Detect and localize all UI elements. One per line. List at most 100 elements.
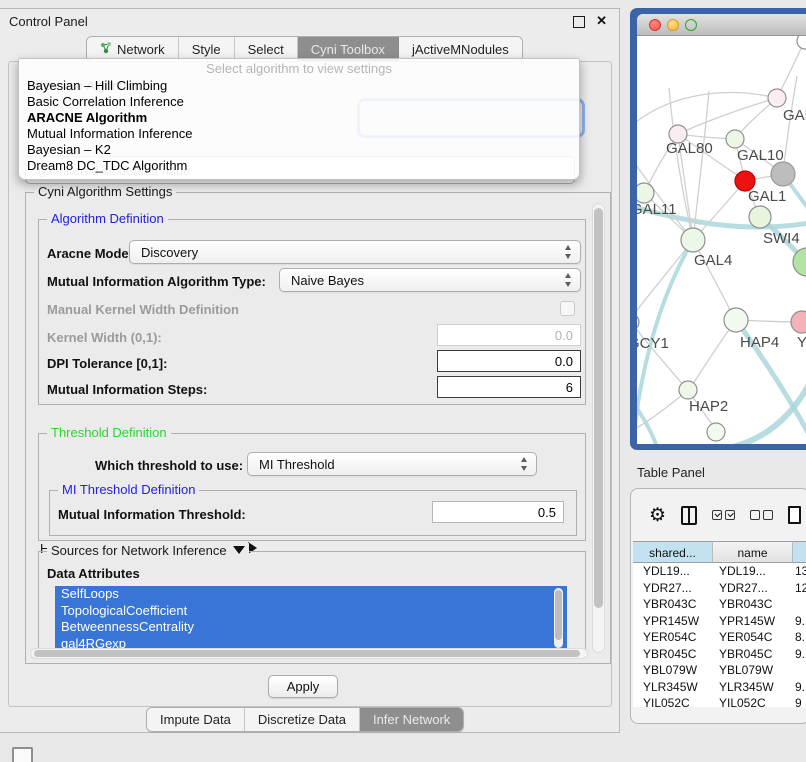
table-body: YDL19...YDL19...13YDR27...YDR27...12YBR0… xyxy=(633,563,806,707)
tab-label: Discretize Data xyxy=(258,712,346,727)
manual-kernel-checkbox[interactable] xyxy=(560,301,575,316)
table-row[interactable]: YPR145WYPR145W9. xyxy=(633,613,806,630)
float-window-icon[interactable] xyxy=(573,16,585,28)
scrollbar-thumb[interactable] xyxy=(555,590,562,640)
network-node[interactable] xyxy=(637,183,654,203)
table-cell: YDL19... xyxy=(633,563,713,580)
attribute-item-topologicalcoefficient[interactable]: TopologicalCoefficient xyxy=(55,603,567,620)
tab-discretize-data[interactable]: Discretize Data xyxy=(245,708,360,731)
node-label-gal1: GAL1 xyxy=(748,188,786,205)
table-cell: 8. xyxy=(793,629,806,646)
settings-hscrollbar[interactable] xyxy=(30,648,588,659)
algorithm-placeholder: Select algorithm to view settings xyxy=(19,59,579,78)
data-attributes-list[interactable]: SelfLoopsTopologicalCoefficientBetweenne… xyxy=(55,586,567,656)
mi-type-value: Naive Bayes xyxy=(291,273,364,288)
tab-label: Network xyxy=(117,42,165,57)
network-view-frame: GALGAL80GAL10GAL1GAL11SWI4GAL4GCY1HAP4YH… xyxy=(630,8,806,450)
table-row[interactable]: YBR045CYBR045C9. xyxy=(633,646,806,663)
zoom-traffic-light-icon[interactable] xyxy=(685,19,697,31)
network-edge[interactable] xyxy=(637,240,693,318)
stepper-icon xyxy=(564,273,573,287)
table-cell: YDL19... xyxy=(713,563,793,580)
kernel-width-field[interactable]: 0.0 xyxy=(437,324,581,346)
tab-infer-network[interactable]: Infer Network xyxy=(360,708,463,731)
scrollbar-thumb[interactable] xyxy=(594,208,603,608)
table-row[interactable]: YBL079WYBL079W xyxy=(633,662,806,679)
node-label-y: Y xyxy=(797,334,806,351)
algorithm-item-dream8-dc-tdc-algorithm[interactable]: Dream8 DC_TDC Algorithm xyxy=(19,158,579,174)
aracne-mode-value: Discovery xyxy=(141,245,198,260)
split-columns-icon[interactable] xyxy=(681,506,697,525)
tab-label: Select xyxy=(248,42,284,57)
mi-steps-field[interactable]: 6 xyxy=(437,376,581,398)
checked-box-icon xyxy=(712,510,722,520)
mi-type-combo[interactable]: Naive Bayes xyxy=(279,268,581,292)
select-all-columns-icon[interactable] xyxy=(712,510,735,520)
list-scrollbar[interactable] xyxy=(554,588,563,648)
minimize-traffic-light-icon[interactable] xyxy=(667,19,679,31)
algorithm-item-basic-correlation-inference[interactable]: Basic Correlation Inference xyxy=(19,94,579,110)
network-node[interactable] xyxy=(768,89,786,107)
table-cell: YBL079W xyxy=(713,662,793,679)
network-node[interactable] xyxy=(724,308,748,332)
network-node[interactable] xyxy=(637,314,639,330)
dpi-tolerance-field[interactable]: 0.0 xyxy=(437,350,581,372)
table-cell: YER054C xyxy=(633,629,713,646)
node-label-gcy1: GCY1 xyxy=(637,335,669,352)
table-panel-window: ⚙ shared...name YDL19...YDL19...13YDR27.… xyxy=(630,488,806,724)
table-row[interactable]: YDL19...YDL19...13 xyxy=(633,563,806,580)
network-node[interactable] xyxy=(707,423,725,441)
table-row[interactable]: YIL052CYIL052C9 xyxy=(633,695,806,707)
column-header-clipped[interactable] xyxy=(793,541,806,563)
attribute-item-betweennesscentrality[interactable]: BetweennessCentrality xyxy=(55,619,567,636)
network-node[interactable] xyxy=(679,381,697,399)
algorithm-item-bayesian-hill-climbing[interactable]: Bayesian – Hill Climbing xyxy=(19,78,579,94)
threshold-definition-group: Threshold Definition Which threshold to … xyxy=(38,433,586,541)
table-cell: YBR043C xyxy=(713,596,793,613)
network-node[interactable] xyxy=(726,130,744,148)
apply-button[interactable]: Apply xyxy=(268,675,338,698)
node-label-gal: GAL xyxy=(783,107,806,124)
network-node[interactable] xyxy=(797,36,806,49)
checked-box-icon xyxy=(725,510,735,520)
network-node[interactable] xyxy=(771,162,795,186)
document-icon[interactable] xyxy=(788,506,801,524)
network-node[interactable] xyxy=(681,228,705,252)
mi-threshold-field[interactable]: 0.5 xyxy=(432,501,564,523)
network-node[interactable] xyxy=(749,206,771,228)
table-header: shared...name xyxy=(633,541,806,563)
table-cell: YPR145W xyxy=(633,613,713,630)
table-toolbar: ⚙ xyxy=(631,493,806,537)
aracne-mode-combo[interactable]: Discovery xyxy=(129,240,581,264)
table-row[interactable]: YBR043CYBR043C xyxy=(633,596,806,613)
minimized-panel-icon[interactable] xyxy=(12,747,33,762)
algorithm-item-aracne-algorithm[interactable]: ARACNE Algorithm xyxy=(19,110,579,126)
close-icon[interactable]: ✕ xyxy=(596,13,607,29)
algorithm-item-mutual-information-inference[interactable]: Mutual Information Inference xyxy=(19,126,579,142)
stepper-icon xyxy=(520,457,529,471)
network-edge[interactable] xyxy=(693,91,709,240)
settings-scrollbar[interactable] xyxy=(592,203,605,653)
table-cell: YDR27... xyxy=(633,580,713,597)
table-row[interactable]: YDR27...YDR27...12 xyxy=(633,580,806,597)
which-threshold-combo[interactable]: MI Threshold xyxy=(247,452,537,476)
network-edge[interactable] xyxy=(783,76,797,174)
network-edge[interactable] xyxy=(729,372,806,444)
close-traffic-light-icon[interactable] xyxy=(649,19,661,31)
tab-impute-data[interactable]: Impute Data xyxy=(147,708,245,731)
scrollbar-thumb[interactable] xyxy=(34,650,580,657)
algorithm-item-bayesian-k2[interactable]: Bayesian – K2 xyxy=(19,142,579,158)
tab-label: Style xyxy=(192,42,221,57)
deselect-all-columns-icon[interactable] xyxy=(750,510,773,520)
network-canvas[interactable]: GALGAL80GAL10GAL1GAL11SWI4GAL4GCY1HAP4YH… xyxy=(637,36,806,444)
gear-icon[interactable]: ⚙ xyxy=(649,506,666,525)
node-label-gal10: GAL10 xyxy=(737,147,784,164)
network-edge[interactable] xyxy=(685,98,777,131)
table-row[interactable]: YER054CYER054C8. xyxy=(633,629,806,646)
column-header-name[interactable]: name xyxy=(713,541,793,563)
table-row[interactable]: YLR345WYLR345W9. xyxy=(633,679,806,696)
column-header-shared[interactable]: shared... xyxy=(633,541,713,563)
network-titlebar[interactable] xyxy=(637,14,806,36)
network-node[interactable] xyxy=(791,311,806,333)
attribute-item-selfloops[interactable]: SelfLoops xyxy=(55,586,567,603)
